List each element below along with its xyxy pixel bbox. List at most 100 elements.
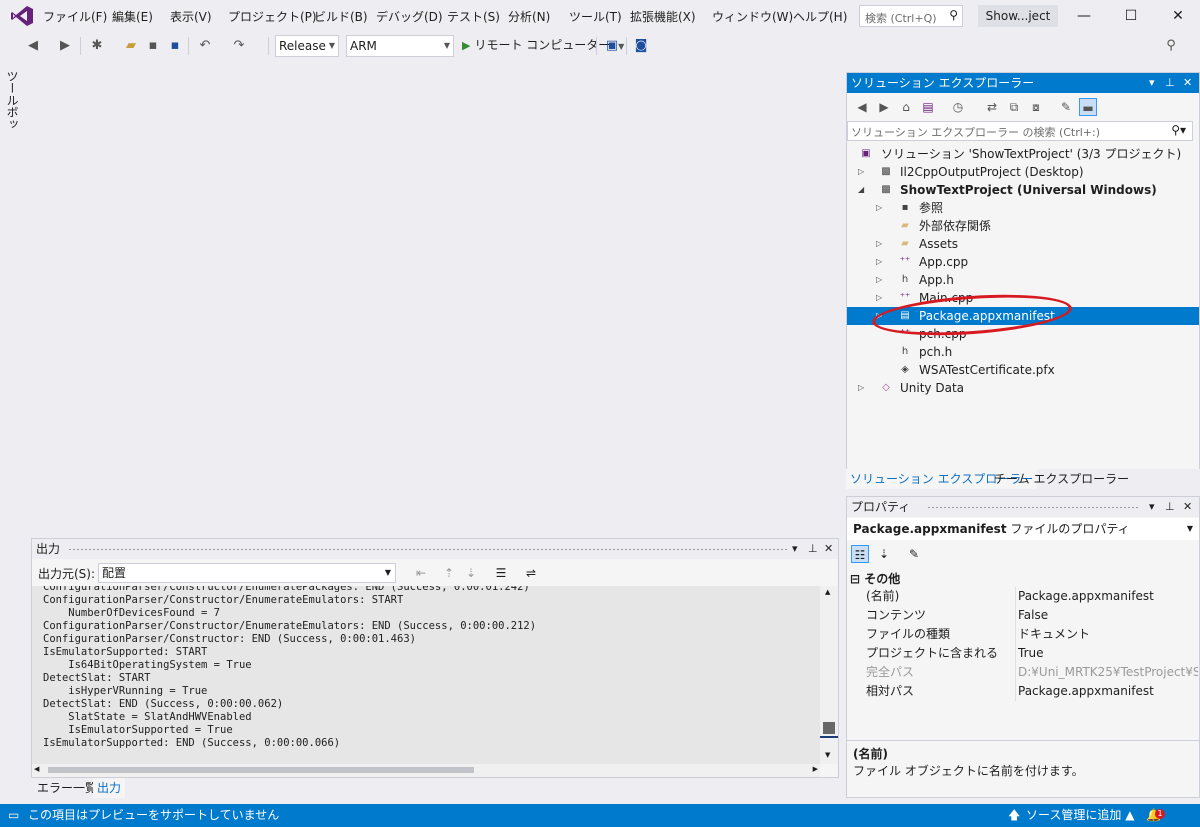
scroll-down-icon[interactable]: ▼ bbox=[825, 751, 830, 759]
scroll-right-icon[interactable]: ▶ bbox=[813, 765, 818, 773]
expand-arrow-icon[interactable]: ▷ bbox=[876, 289, 882, 307]
add-to-source-control-button[interactable]: ソース管理に追加 ▲ bbox=[1026, 804, 1134, 827]
expand-arrow-icon[interactable]: ▷ bbox=[858, 379, 864, 397]
pin-icon[interactable]: ⊥ bbox=[1165, 73, 1175, 93]
property-pages-icon[interactable]: ✎ bbox=[905, 545, 923, 563]
tree-item[interactable]: ▣ ソリューション 'ShowTextProject' (3/3 プロジェクト) bbox=[847, 145, 1199, 163]
expand-arrow-icon[interactable]: ▷ bbox=[876, 307, 882, 325]
scroll-thumb[interactable] bbox=[48, 767, 474, 773]
clear-all-icon[interactable]: ☰ bbox=[492, 564, 510, 582]
word-wrap-icon[interactable]: ⇌ bbox=[522, 564, 540, 582]
maximize-button[interactable]: ☐ bbox=[1111, 4, 1151, 28]
save-icon[interactable]: ▪ bbox=[144, 37, 162, 55]
expand-arrow-icon[interactable]: ▷ bbox=[858, 163, 864, 181]
show-all-files-icon[interactable]: ⧇ bbox=[1027, 98, 1045, 116]
property-value[interactable]: True bbox=[1018, 644, 1198, 663]
new-project-icon[interactable]: ✱ bbox=[88, 37, 106, 55]
property-row[interactable]: プロジェクトに含まれる True bbox=[847, 644, 1199, 663]
categorized-icon[interactable]: ☷ bbox=[851, 545, 869, 563]
close-button[interactable]: ✕ bbox=[1158, 4, 1198, 28]
tree-item[interactable]: ⁺⁺ pch.cpp bbox=[847, 325, 1199, 343]
find-in-files-icon[interactable]: ▣ bbox=[603, 37, 621, 55]
property-value[interactable]: Package.appxmanifest bbox=[1018, 587, 1198, 606]
scroll-left-icon[interactable]: ◀ bbox=[34, 765, 39, 773]
tree-item[interactable]: ▰ 外部依存関係 bbox=[847, 217, 1199, 235]
expand-arrow-icon[interactable]: ▷ bbox=[876, 253, 882, 271]
tree-item[interactable]: ▷ ⁺⁺ Main.cpp bbox=[847, 289, 1199, 307]
tree-item[interactable]: ▷ ▤ Package.appxmanifest bbox=[847, 307, 1199, 325]
back-icon[interactable]: ◀ bbox=[853, 98, 871, 116]
output-horizontal-scrollbar[interactable]: ◀ ▶ bbox=[32, 764, 820, 777]
menu-item[interactable]: 拡張機能(X) bbox=[630, 8, 696, 25]
property-value[interactable]: Package.appxmanifest bbox=[1018, 682, 1198, 701]
menu-item[interactable]: 分析(N) bbox=[508, 8, 550, 25]
tab-output[interactable]: 出力 bbox=[93, 778, 126, 798]
open-file-icon[interactable]: ▰ bbox=[122, 37, 140, 55]
pin-icon[interactable]: ⊥ bbox=[1165, 497, 1175, 517]
window-menu-icon[interactable]: ▾ bbox=[1149, 497, 1155, 517]
menu-item[interactable]: ウィンドウ(W) bbox=[712, 8, 793, 25]
expand-arrow-icon[interactable]: ▷ bbox=[876, 271, 882, 289]
alphabetical-icon[interactable]: ⇣ bbox=[875, 545, 893, 563]
navigate-forward-icon[interactable]: ▶ bbox=[56, 37, 74, 55]
solution-explorer-search-input[interactable]: ソリューション エクスプローラー の検索 (Ctrl+:) ⚲▾ bbox=[847, 121, 1193, 141]
preview-selected-icon[interactable]: ▬ bbox=[1079, 98, 1097, 116]
tab-error-list[interactable]: エラー一覧 bbox=[33, 778, 101, 798]
property-row[interactable]: 完全パス D:¥Uni_MRTK25¥TestProject¥Sho bbox=[847, 663, 1199, 682]
save-all-icon[interactable]: ▪ bbox=[166, 37, 184, 55]
menu-item[interactable]: ツール(T) bbox=[569, 8, 622, 25]
redo-icon[interactable]: ↷ bbox=[230, 37, 248, 55]
expand-arrow-icon[interactable]: ▷ bbox=[876, 235, 882, 253]
next-message-icon[interactable]: ⇣ bbox=[462, 564, 480, 582]
window-menu-icon[interactable]: ▾ bbox=[1149, 73, 1155, 93]
minimize-button[interactable]: — bbox=[1064, 4, 1104, 28]
platform-select[interactable]: ARM ▼ bbox=[346, 35, 454, 57]
tree-item[interactable]: ▷ h App.h bbox=[847, 271, 1199, 289]
tab-team-explorer[interactable]: チーム エクスプローラー bbox=[990, 469, 1133, 489]
expanded-arrow-icon[interactable]: ◢ bbox=[858, 181, 864, 199]
properties-wrench-icon[interactable]: ✎ bbox=[1057, 98, 1075, 116]
tree-item[interactable]: ▷ ⁺⁺ App.cpp bbox=[847, 253, 1199, 271]
menu-item[interactable]: ファイル(F) bbox=[43, 8, 107, 25]
undo-icon[interactable]: ↶ bbox=[196, 37, 214, 55]
screenshot-icon[interactable]: ◙ bbox=[632, 37, 650, 55]
scroll-up-icon[interactable]: ▲ bbox=[825, 588, 830, 596]
home-icon[interactable]: ⌂ bbox=[897, 98, 915, 116]
close-panel-icon[interactable]: ✕ bbox=[1183, 73, 1192, 93]
close-panel-icon[interactable]: ✕ bbox=[1183, 497, 1192, 517]
live-share-icon[interactable]: ⚲ bbox=[1162, 37, 1180, 55]
tree-item[interactable]: ▷ ▩ Il2CppOutputProject (Desktop) bbox=[847, 163, 1199, 181]
previous-message-icon[interactable]: ⇡ bbox=[440, 564, 458, 582]
property-value[interactable]: ドキュメント bbox=[1018, 625, 1198, 644]
tree-item[interactable]: h pch.h bbox=[847, 343, 1199, 361]
solution-name-badge[interactable]: Show...ject bbox=[978, 5, 1058, 27]
menu-item[interactable]: プロジェクト(P) bbox=[228, 8, 317, 25]
properties-object-selector[interactable]: Package.appxmanifest ファイルのプロパティ ▼ bbox=[847, 518, 1199, 540]
window-menu-icon[interactable]: ▾ bbox=[792, 539, 798, 559]
menu-item[interactable]: ビルド(B) bbox=[314, 8, 368, 25]
close-panel-icon[interactable]: ✕ bbox=[824, 539, 833, 559]
property-row[interactable]: ファイルの種類 ドキュメント bbox=[847, 625, 1199, 644]
property-row[interactable]: 相対パス Package.appxmanifest bbox=[847, 682, 1199, 701]
pin-icon[interactable]: ⊥ bbox=[808, 539, 818, 559]
toolbox-tab[interactable]: ツールボックス bbox=[0, 70, 21, 140]
menu-item[interactable]: デバッグ(D) bbox=[376, 8, 443, 25]
go-to-location-icon[interactable]: ⇤ bbox=[412, 564, 430, 582]
expand-arrow-icon[interactable]: ▷ bbox=[876, 199, 882, 217]
switch-views-icon[interactable]: ▤ bbox=[919, 98, 937, 116]
navigate-back-icon[interactable]: ◀ bbox=[24, 37, 42, 55]
output-source-select[interactable]: 配置 ▼ bbox=[98, 563, 396, 583]
scroll-thumb[interactable] bbox=[823, 722, 835, 734]
tree-item[interactable]: ▷ ▰ Assets bbox=[847, 235, 1199, 253]
output-text-area[interactable]: ConfigurationParser/Constructor/Enumerat… bbox=[32, 586, 820, 764]
menu-item[interactable]: 表示(V) bbox=[170, 8, 212, 25]
property-row[interactable]: (名前) Package.appxmanifest bbox=[847, 587, 1199, 606]
tree-item[interactable]: ▷ ▪ 参照 bbox=[847, 199, 1199, 217]
property-value[interactable]: D:¥Uni_MRTK25¥TestProject¥Sho bbox=[1018, 663, 1198, 682]
output-vertical-scrollbar[interactable]: ▲ ▼ bbox=[820, 586, 838, 764]
menu-item[interactable]: 編集(E) bbox=[112, 8, 153, 25]
start-debugging-button[interactable]: ▶ リモート コンピューター ▼ bbox=[462, 36, 624, 53]
quick-launch-search[interactable]: 検索 (Ctrl+Q) ⚲ bbox=[859, 5, 963, 27]
collapse-all-icon[interactable]: ⧉ bbox=[1005, 98, 1023, 116]
tree-item[interactable]: ◢ ▩ ShowTextProject (Universal Windows) bbox=[847, 181, 1199, 199]
